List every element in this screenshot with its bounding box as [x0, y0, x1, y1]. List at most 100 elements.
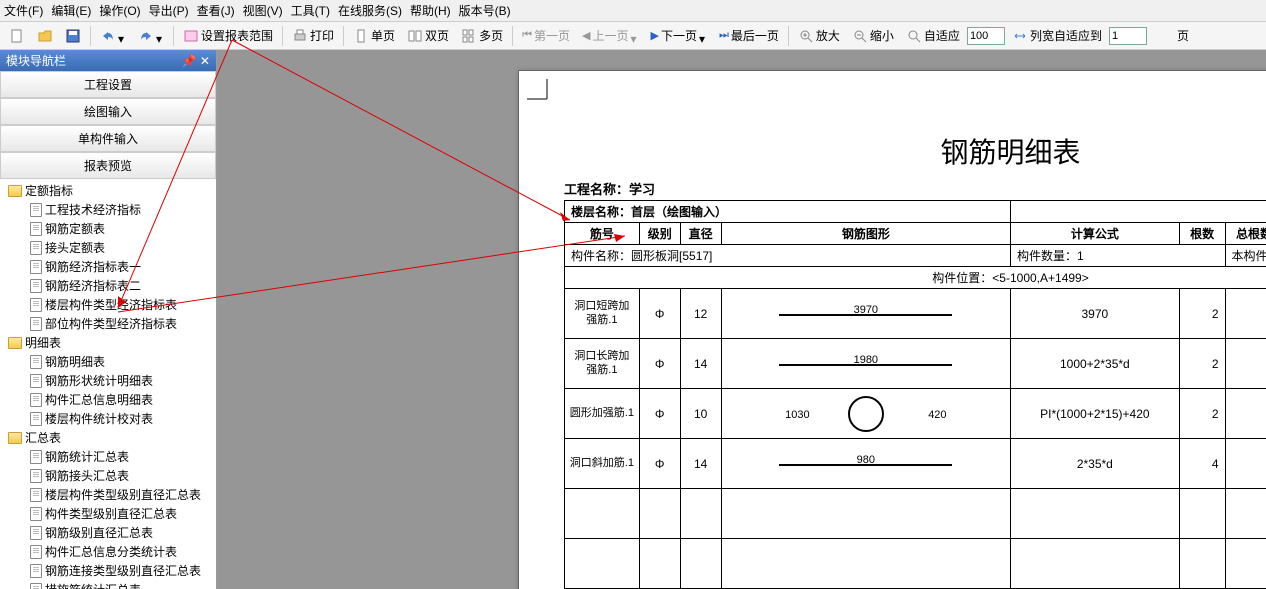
- tree-item[interactable]: 钢筋级别直径汇总表: [0, 523, 216, 542]
- open-button[interactable]: [32, 25, 58, 47]
- tree-item[interactable]: 构件汇总信息分类统计表: [0, 542, 216, 561]
- file-icon: [30, 317, 42, 331]
- tree-item[interactable]: 部位构件类型经济指标表: [0, 314, 216, 333]
- sidebar-title-text: 模块导航栏: [6, 52, 66, 69]
- tree-label: 汇总表: [25, 429, 61, 446]
- pin-icon[interactable]: 📌 ✕: [182, 54, 210, 68]
- folder-icon: [8, 337, 22, 349]
- tree-folder[interactable]: 定额指标: [0, 181, 216, 200]
- tree-folder[interactable]: 汇总表: [0, 428, 216, 447]
- menu-file[interactable]: 文件(F): [4, 2, 43, 19]
- tree-label: 措施筋统计汇总表: [45, 581, 141, 589]
- tree-label: 构件汇总信息分类统计表: [45, 543, 177, 560]
- menu-help[interactable]: 帮助(H): [410, 2, 451, 19]
- toolbar-separator: [343, 26, 344, 46]
- multi-page-button[interactable]: 多页: [456, 24, 508, 47]
- tree-label: 接头定额表: [45, 239, 105, 256]
- single-page-button[interactable]: 单页: [348, 24, 400, 47]
- menu-online[interactable]: 在线服务(S): [338, 2, 402, 19]
- file-icon: [30, 564, 42, 578]
- tree-label: 钢筋定额表: [45, 220, 105, 237]
- set-range-button[interactable]: 设置报表范围: [178, 24, 278, 47]
- sidebar-btn-report[interactable]: 报表预览: [0, 152, 216, 179]
- tree-label: 钢筋接头汇总表: [45, 467, 129, 484]
- zoom-input[interactable]: [967, 27, 1005, 45]
- file-icon: [30, 393, 42, 407]
- tree-item[interactable]: 钢筋形状统计明细表: [0, 371, 216, 390]
- tree-item[interactable]: 楼层构件类型级别直径汇总表: [0, 485, 216, 504]
- fit-button[interactable]: 自适应: [901, 24, 965, 47]
- tree-item[interactable]: 措施筋统计汇总表: [0, 580, 216, 589]
- tree-item[interactable]: 楼层构件统计校对表: [0, 409, 216, 428]
- undo-button[interactable]: ▾: [95, 25, 131, 47]
- tree-item[interactable]: 钢筋经济指标表二: [0, 276, 216, 295]
- menu-export[interactable]: 导出(P): [149, 2, 189, 19]
- tree-item[interactable]: 钢筋经济指标表一: [0, 257, 216, 276]
- tree-folder[interactable]: 明细表: [0, 333, 216, 352]
- empty-row: [565, 489, 1266, 539]
- file-icon: [30, 298, 42, 312]
- sidebar-title: 模块导航栏 📌 ✕: [0, 50, 216, 71]
- position-row: 构件位置：<5-1000,A+1499>: [565, 267, 1266, 289]
- prev-page-button[interactable]: ◀上一页▾: [577, 24, 643, 47]
- menu-operate[interactable]: 操作(O): [99, 2, 140, 19]
- file-icon: [30, 488, 42, 502]
- tree-item[interactable]: 钢筋定额表: [0, 219, 216, 238]
- component-row: 构件名称：圆形板洞[5517] 构件数量：1 本构件钢筋重：25.817Kg: [565, 245, 1266, 267]
- file-icon: [30, 355, 42, 369]
- project-label: 工程名称：学习: [564, 179, 655, 198]
- menu-tools[interactable]: 工具(T): [291, 2, 330, 19]
- file-icon: [30, 469, 42, 483]
- zoom-out-button[interactable]: 缩小: [847, 24, 899, 47]
- new-button[interactable]: [4, 25, 30, 47]
- tree-item[interactable]: 钢筋接头汇总表: [0, 466, 216, 485]
- tree-item[interactable]: 钢筋明细表: [0, 352, 216, 371]
- file-icon: [30, 507, 42, 521]
- sidebar-btn-single[interactable]: 单构件输入: [0, 125, 216, 152]
- file-icon: [30, 450, 42, 464]
- folder-icon: [8, 185, 22, 197]
- tree-item[interactable]: 构件汇总信息明细表: [0, 390, 216, 409]
- zoom-in-button[interactable]: 放大: [793, 24, 845, 47]
- tree-item[interactable]: 钢筋统计汇总表: [0, 447, 216, 466]
- print-button[interactable]: 打印: [287, 24, 339, 47]
- redo-button[interactable]: ▾: [133, 25, 169, 47]
- save-button[interactable]: [60, 25, 86, 47]
- file-icon: [30, 241, 42, 255]
- col-fit-button[interactable]: 列宽自适应到: [1007, 24, 1107, 47]
- tree-item[interactable]: 接头定额表: [0, 238, 216, 257]
- tree-label: 钢筋级别直径汇总表: [45, 524, 153, 541]
- menu-view1[interactable]: 查看(J): [197, 2, 235, 19]
- floor-cell: 楼层名称：首层（绘图输入）: [565, 201, 1011, 223]
- data-row: 洞口斜加筋.1Φ149802*35*d480.987.849.474: [565, 439, 1266, 489]
- tree-item[interactable]: 楼层构件类型经济指标表: [0, 295, 216, 314]
- tree-label: 钢筋形状统计明细表: [45, 372, 153, 389]
- next-page-button[interactable]: ▶下一页▾: [645, 24, 711, 47]
- tree-item[interactable]: 构件类型级别直径汇总表: [0, 504, 216, 523]
- data-row: 洞口长跨加强筋.1Φ1419801000+2*35*d221.983.964.7…: [565, 339, 1266, 389]
- sidebar-btn-draw[interactable]: 绘图输入: [0, 98, 216, 125]
- nav-tree: 定额指标工程技术经济指标钢筋定额表接头定额表钢筋经济指标表一钢筋经济指标表二楼层…: [0, 179, 216, 589]
- menu-edit[interactable]: 编辑(E): [51, 2, 91, 19]
- file-icon: [30, 526, 42, 540]
- tree-item[interactable]: 钢筋连接类型级别直径汇总表: [0, 561, 216, 580]
- toolbar-separator: [512, 26, 513, 46]
- tree-label: 明细表: [25, 334, 61, 351]
- tree-label: 钢筋连接类型级别直径汇总表: [45, 562, 201, 579]
- col-input[interactable]: [1109, 27, 1147, 45]
- toolbar-separator: [282, 26, 283, 46]
- file-icon: [30, 412, 42, 426]
- data-row: 洞口短跨加强筋.1Φ1239703970223.977.947.049: [565, 289, 1266, 339]
- tree-label: 楼层构件类型经济指标表: [45, 296, 177, 313]
- sidebar-btn-project[interactable]: 工程设置: [0, 71, 216, 98]
- double-page-button[interactable]: 双页: [402, 24, 454, 47]
- last-page-button[interactable]: ⏭最后一页: [714, 24, 784, 47]
- file-icon: [30, 279, 42, 293]
- menu-view2[interactable]: 视图(V): [243, 2, 283, 19]
- tree-label: 构件汇总信息明细表: [45, 391, 153, 408]
- preview-area[interactable]: 钢筋明细表 工程名称：学习 编制日期：2014-09-19 楼层名称：首层（绘图…: [218, 50, 1266, 589]
- first-page-button[interactable]: ⏮第一页: [517, 24, 575, 47]
- data-row: 圆形加强筋.1Φ101030420PI*(1000+2*15)+420223.6…: [565, 389, 1266, 439]
- tree-item[interactable]: 工程技术经济指标: [0, 200, 216, 219]
- menu-version[interactable]: 版本号(B): [459, 2, 511, 19]
